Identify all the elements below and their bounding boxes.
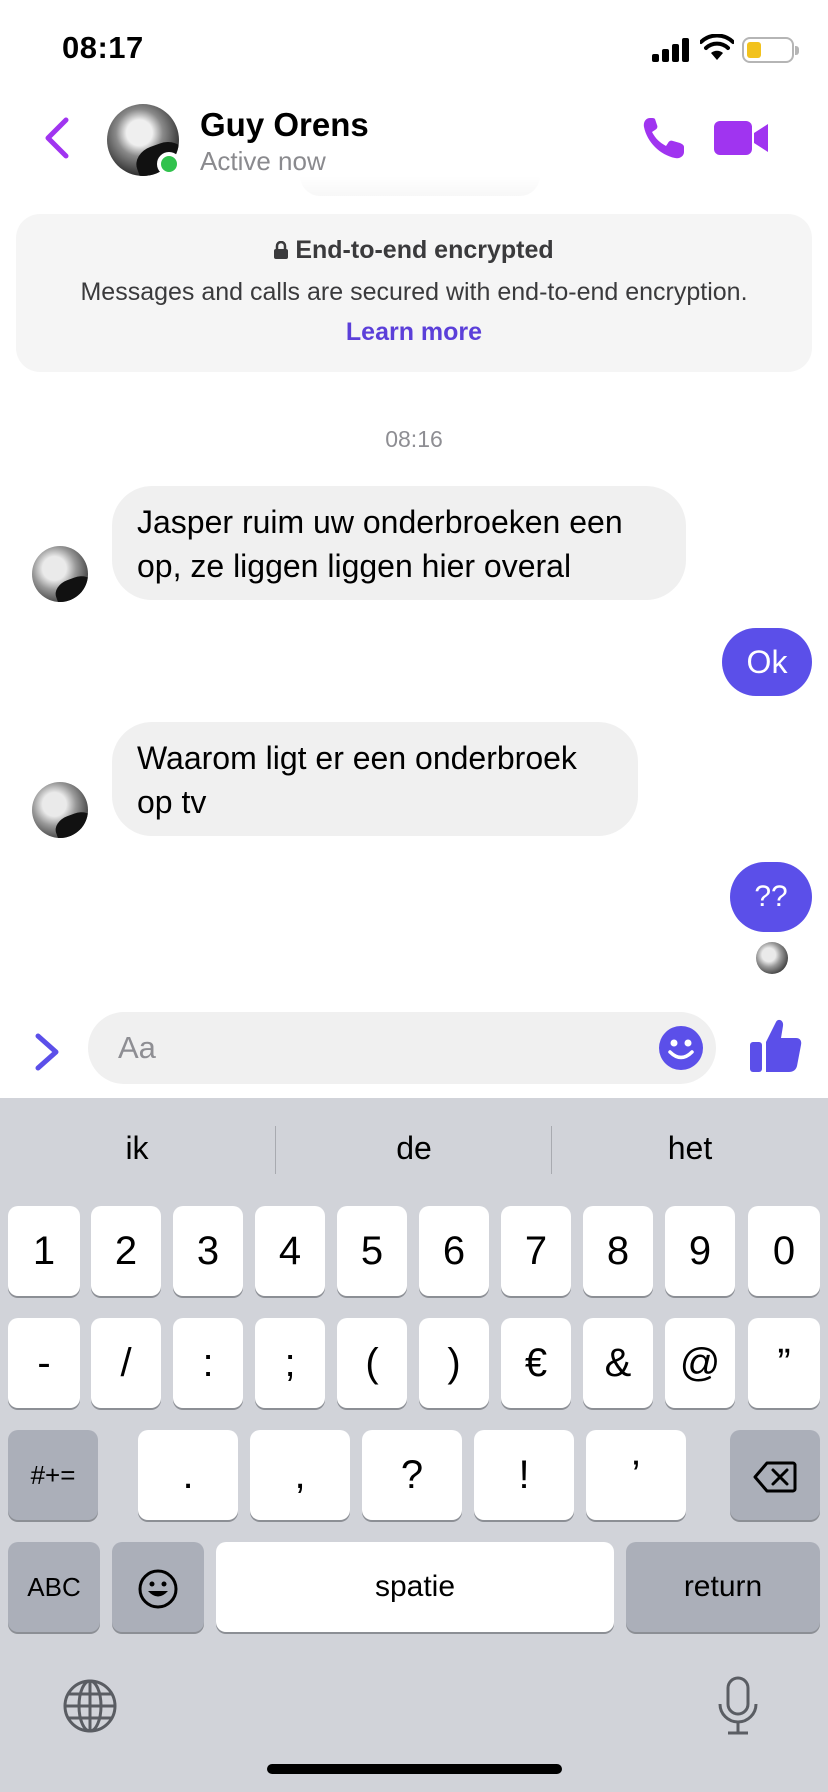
message-line: op, ze liggen liggen hier overal <box>137 548 572 584</box>
key-2[interactable]: 2 <box>91 1206 161 1296</box>
key-more-symbols[interactable]: #+= <box>8 1430 98 1520</box>
outgoing-message[interactable]: ?? <box>730 862 812 932</box>
suggestion-divider <box>551 1126 552 1174</box>
return-key[interactable]: return <box>626 1542 820 1632</box>
chevron-right-icon[interactable] <box>30 1030 64 1074</box>
incoming-message[interactable]: Waarom ligt er een onderbroek op tv <box>112 722 638 836</box>
backspace-key[interactable] <box>730 1430 820 1520</box>
status-bar: 08:17 <box>0 0 828 96</box>
key-slash[interactable]: / <box>91 1318 161 1408</box>
key-apostrophe[interactable]: ’ <box>586 1430 686 1520</box>
header-shadow <box>300 176 540 196</box>
key-quote[interactable]: ” <box>748 1318 820 1408</box>
online-indicator <box>157 152 181 176</box>
key-1[interactable]: 1 <box>8 1206 80 1296</box>
backspace-icon <box>753 1461 797 1493</box>
key-hyphen[interactable]: - <box>8 1318 80 1408</box>
encryption-notice: End-to-end encrypted Messages and calls … <box>16 214 812 372</box>
suggestion-word[interactable]: het <box>555 1120 825 1176</box>
key-0[interactable]: 0 <box>748 1206 820 1296</box>
contact-name[interactable]: Guy Orens <box>200 106 369 144</box>
status-time: 08:17 <box>62 30 144 65</box>
key-colon[interactable]: : <box>173 1318 243 1408</box>
key-period[interactable]: . <box>138 1430 238 1520</box>
key-question[interactable]: ? <box>362 1430 462 1520</box>
thumbs-up-icon[interactable] <box>750 1018 802 1074</box>
message-line: Waarom ligt er een onderbroek <box>137 740 577 776</box>
key-7[interactable]: 7 <box>501 1206 571 1296</box>
seen-receipt-avatar <box>756 942 788 974</box>
video-camera-icon[interactable] <box>714 118 770 158</box>
emoji-key[interactable] <box>112 1542 204 1632</box>
key-open-paren[interactable]: ( <box>337 1318 407 1408</box>
key-ampersand[interactable]: & <box>583 1318 653 1408</box>
message-line: Jasper ruim uw onderbroeken een <box>137 504 623 540</box>
sender-avatar[interactable] <box>32 546 88 602</box>
suggestion-word[interactable]: de <box>279 1120 549 1176</box>
sender-avatar[interactable] <box>32 782 88 838</box>
key-4[interactable]: 4 <box>255 1206 325 1296</box>
smiley-icon[interactable] <box>658 1025 704 1071</box>
key-at[interactable]: @ <box>665 1318 735 1408</box>
keyboard: ik de het 1 2 3 4 5 6 7 8 9 0 - / : ; ( … <box>0 1098 828 1792</box>
contact-status: Active now <box>200 146 326 176</box>
chat-header: Guy Orens Active now <box>0 96 828 196</box>
battery-icon <box>742 37 799 63</box>
key-euro[interactable]: € <box>501 1318 571 1408</box>
encryption-description: Messages and calls are secured with end-… <box>80 278 748 306</box>
message-input-container[interactable] <box>88 1012 716 1084</box>
suggestion-divider <box>275 1126 276 1174</box>
home-indicator <box>267 1764 562 1774</box>
key-abc[interactable]: ABC <box>8 1542 100 1632</box>
microphone-icon[interactable] <box>716 1676 760 1736</box>
space-key[interactable]: spatie <box>216 1542 614 1632</box>
key-3[interactable]: 3 <box>173 1206 243 1296</box>
emoji-keyboard-icon <box>138 1569 178 1609</box>
message-line: op tv <box>137 784 207 820</box>
key-8[interactable]: 8 <box>583 1206 653 1296</box>
key-close-paren[interactable]: ) <box>419 1318 489 1408</box>
key-semicolon[interactable]: ; <box>255 1318 325 1408</box>
lock-icon <box>274 241 289 259</box>
outgoing-message[interactable]: Ok <box>722 628 812 696</box>
incoming-message[interactable]: Jasper ruim uw onderbroeken een op, ze l… <box>112 486 686 600</box>
key-5[interactable]: 5 <box>337 1206 407 1296</box>
suggestion-word[interactable]: ik <box>2 1120 272 1176</box>
cellular-signal-icon <box>652 38 690 62</box>
phone-icon[interactable] <box>640 114 688 162</box>
suggestion-bar: ik de het <box>0 1120 828 1176</box>
encryption-title: End-to-end encrypted <box>295 236 554 264</box>
key-6[interactable]: 6 <box>419 1206 489 1296</box>
key-comma[interactable]: , <box>250 1430 350 1520</box>
globe-icon[interactable] <box>62 1678 118 1734</box>
key-exclamation[interactable]: ! <box>474 1430 574 1520</box>
learn-more-link[interactable]: Learn more <box>16 318 812 347</box>
message-composer <box>0 1000 828 1098</box>
back-chevron-icon[interactable] <box>38 114 78 162</box>
wifi-icon <box>700 34 734 60</box>
message-input[interactable] <box>118 1012 618 1084</box>
key-9[interactable]: 9 <box>665 1206 735 1296</box>
message-timestamp: 08:16 <box>385 426 443 452</box>
